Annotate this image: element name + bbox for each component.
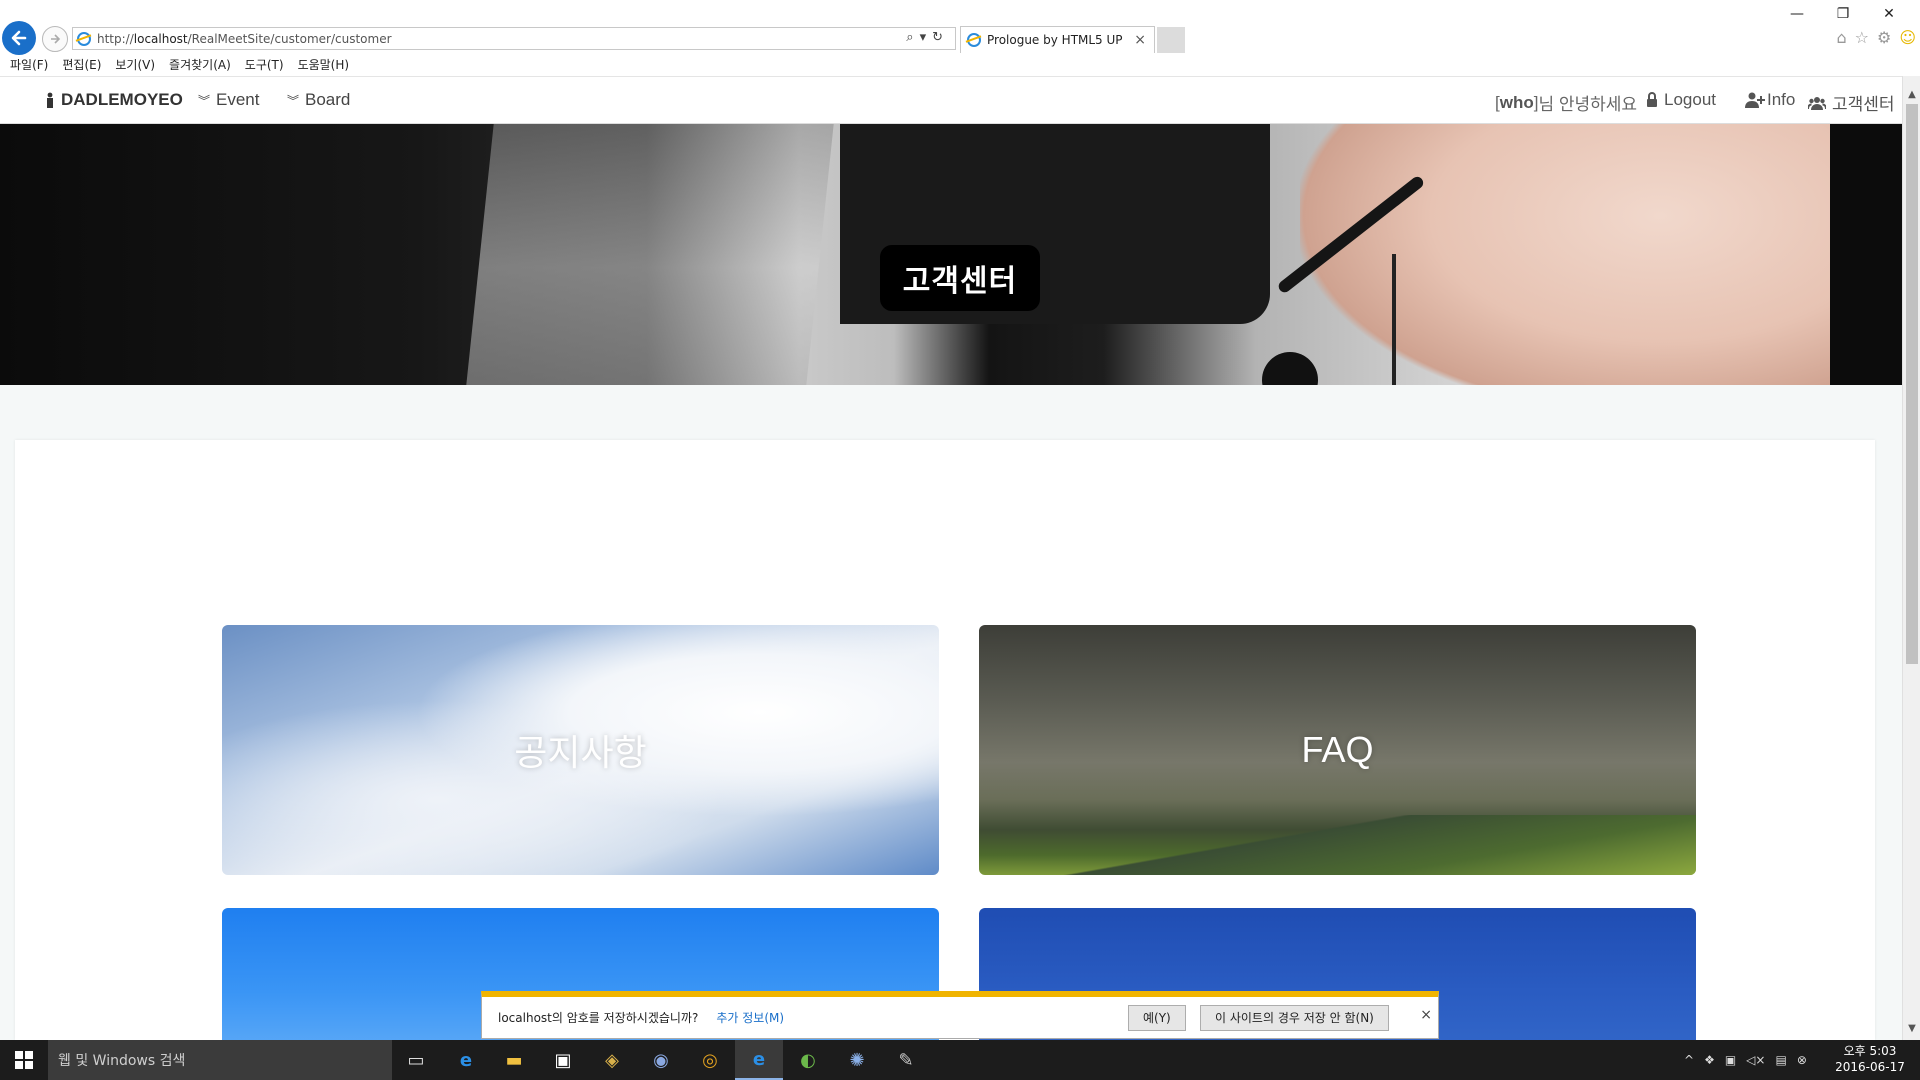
- hero-photo-cable: [1392, 254, 1396, 385]
- forward-button[interactable]: [42, 26, 68, 52]
- menu-help[interactable]: 도움말(H): [298, 56, 350, 76]
- page-scrollbar[interactable]: ▲ ▼: [1902, 76, 1920, 1040]
- clock-date: 2016-06-17: [1835, 1060, 1905, 1074]
- edge-icon[interactable]: e: [442, 1040, 490, 1080]
- user-plus-icon: [1745, 92, 1765, 108]
- menu-view[interactable]: 보기(V): [115, 56, 155, 76]
- scroll-down-icon[interactable]: ▼: [1903, 1020, 1920, 1038]
- dropbox-icon[interactable]: ❖: [1704, 1053, 1715, 1067]
- ie-icon: [77, 31, 91, 46]
- file-explorer-icon[interactable]: ▬: [490, 1040, 538, 1080]
- app-icon[interactable]: ✺: [833, 1040, 881, 1080]
- taskbar: 웹 및 Windows 검색 ▭ e ▬ ▣ ◈ ◉ ◎ e ◐ ✺ ✎ ^ ❖…: [0, 1040, 1920, 1080]
- windows-logo-icon: [15, 1051, 33, 1069]
- faq-card-landscape: [979, 815, 1696, 875]
- browser-tab[interactable]: Prologue by HTML5 UP ×: [960, 26, 1155, 53]
- volume-icon[interactable]: ◁×: [1746, 1053, 1765, 1067]
- start-button[interactable]: [0, 1040, 48, 1080]
- ie-icon: [967, 33, 981, 47]
- nav-event-label: Event: [216, 90, 260, 109]
- window-controls: — ❐ ✕: [1774, 2, 1912, 26]
- users-icon: [1808, 96, 1826, 110]
- brand-link[interactable]: DADLEMOYEO: [45, 90, 183, 110]
- greeting: [who] 님 안녕하세요: [1495, 90, 1637, 115]
- browser-chrome: http://localhost/RealMeetSite/customer/c…: [0, 0, 1920, 56]
- tab-title: Prologue by HTML5 UP: [987, 33, 1123, 47]
- chevron-up-icon[interactable]: ^: [1684, 1053, 1694, 1067]
- lock-icon: [1647, 92, 1657, 107]
- minimize-button[interactable]: —: [1774, 2, 1820, 26]
- greeting-text: 님 안녕하세요: [1538, 95, 1638, 114]
- faq-card[interactable]: FAQ: [979, 625, 1696, 875]
- app-icon[interactable]: ◐: [784, 1040, 832, 1080]
- logout-label: Logout: [1664, 90, 1716, 109]
- chevron-double-down-icon: ︾: [198, 93, 211, 108]
- menu-favorites[interactable]: 즐겨찾기(A): [169, 56, 231, 76]
- hero-title: 고객센터: [880, 245, 1040, 311]
- home-icon[interactable]: ⌂: [1836, 28, 1846, 47]
- taskbar-search[interactable]: 웹 및 Windows 검색: [48, 1040, 392, 1080]
- smiley-icon[interactable]: ☺: [1899, 28, 1916, 47]
- back-button[interactable]: [2, 21, 36, 55]
- password-save-bar: localhost의 암호를 저장하시겠습니까? 추가 정보(M) 예(Y) 이…: [481, 991, 1439, 1039]
- hero-photo-monitor: [466, 124, 834, 385]
- tab-close-button[interactable]: ×: [1134, 32, 1146, 48]
- taskbar-search-placeholder: 웹 및 Windows 검색: [58, 1053, 186, 1069]
- greeting-user: who: [1499, 92, 1534, 112]
- network-icon[interactable]: ▣: [1725, 1053, 1736, 1067]
- info-label: Info: [1767, 90, 1796, 109]
- gear-icon[interactable]: ⚙: [1877, 28, 1891, 47]
- scroll-thumb[interactable]: [1906, 104, 1918, 664]
- clock-time: 오후 5:03: [1843, 1044, 1897, 1058]
- back-arrow-icon: [11, 30, 27, 46]
- message-icon[interactable]: ▤: [1775, 1053, 1786, 1067]
- close-icon[interactable]: ×: [1420, 1007, 1432, 1023]
- app-icon[interactable]: ◈: [588, 1040, 636, 1080]
- internet-explorer-icon[interactable]: e: [735, 1040, 783, 1080]
- close-window-button[interactable]: ✕: [1866, 2, 1912, 26]
- address-bar[interactable]: http://localhost/RealMeetSite/customer/c…: [72, 27, 956, 50]
- scroll-up-icon[interactable]: ▲: [1903, 86, 1920, 104]
- customer-center-link[interactable]: 고객센터: [1808, 90, 1895, 115]
- logout-link[interactable]: Logout: [1646, 90, 1716, 110]
- new-tab-button[interactable]: [1157, 27, 1185, 53]
- app-icon[interactable]: ✎: [882, 1040, 930, 1080]
- forward-arrow-icon: [51, 34, 61, 44]
- star-icon[interactable]: ☆: [1855, 28, 1869, 47]
- restore-button[interactable]: ❐: [1820, 2, 1866, 26]
- menu-bar: 파일(F) 편집(E) 보기(V) 즐겨찾기(A) 도구(T) 도움말(H): [0, 56, 1920, 76]
- save-password-yes-button[interactable]: 예(Y): [1128, 1005, 1186, 1031]
- address-tools[interactable]: ⌕▾↻: [906, 30, 949, 45]
- faq-card-label: FAQ: [1301, 729, 1374, 770]
- store-icon[interactable]: ▣: [539, 1040, 587, 1080]
- notice-card[interactable]: 공지사항: [222, 625, 939, 875]
- menu-tools[interactable]: 도구(T): [245, 56, 284, 76]
- notice-card-label: 공지사항: [514, 732, 647, 773]
- customer-center-label: 고객센터: [1832, 95, 1895, 114]
- chrome-icon[interactable]: ◎: [686, 1040, 734, 1080]
- never-save-button[interactable]: 이 사이트의 경우 저장 안 함(N): [1200, 1005, 1389, 1031]
- brand-name: DADLEMOYEO: [61, 90, 183, 109]
- hero-photo-person: [1300, 124, 1900, 385]
- system-tray: ^ ❖ ▣ ◁× ▤ ⊗: [1684, 1040, 1807, 1080]
- nav-event[interactable]: ︾ Event: [198, 90, 260, 110]
- chevron-double-down-icon: ︾: [287, 93, 300, 108]
- info-link[interactable]: Info: [1745, 90, 1795, 110]
- menu-edit[interactable]: 편집(E): [62, 56, 101, 76]
- hero-photo-hair: [1830, 124, 1902, 385]
- site-navbar: DADLEMOYEO ︾ Event ︾ Board [who] 님 안녕하세요…: [0, 76, 1902, 124]
- app-icon[interactable]: ⊗: [1797, 1053, 1807, 1067]
- clock[interactable]: 오후 5:03 2016-06-17: [1830, 1043, 1910, 1075]
- browser-toolbar-icons: ⌂ ☆ ⚙ ☺: [1836, 28, 1916, 47]
- task-view-icon[interactable]: ▭: [392, 1040, 440, 1080]
- menu-file[interactable]: 파일(F): [10, 56, 48, 76]
- password-save-message: localhost의 암호를 저장하시겠습니까?: [498, 1011, 699, 1025]
- address-url: http://localhost/RealMeetSite/customer/c…: [97, 31, 392, 46]
- nav-board-label: Board: [305, 90, 351, 109]
- more-info-link[interactable]: 추가 정보(M): [716, 1009, 784, 1026]
- nav-board[interactable]: ︾ Board: [287, 90, 350, 110]
- app-icon[interactable]: ◉: [637, 1040, 685, 1080]
- user-icon: [47, 92, 53, 108]
